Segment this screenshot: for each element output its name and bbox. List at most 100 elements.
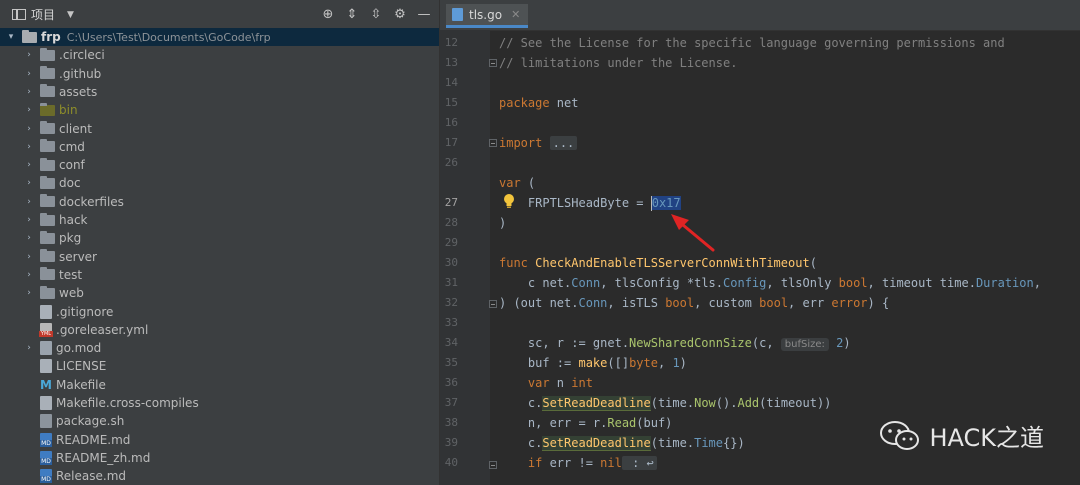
line-number: 39 [444, 436, 458, 449]
project-panel-title[interactable]: 项目 [31, 6, 55, 23]
folder-name: doc [59, 176, 81, 191]
editor-tab-bar: tls.go ✕ [440, 0, 1080, 31]
chevron-right-icon[interactable]: › [24, 124, 34, 134]
tree-folder-cmd[interactable]: › cmd [0, 138, 439, 156]
tree-file-makefile[interactable]: M Makefile [0, 376, 439, 394]
code-line-27: FRPTLSHeadByte = 0x17 [499, 193, 681, 213]
code-line-17: import ... [499, 133, 578, 153]
folder-icon [40, 212, 55, 226]
file-name: LICENSE [56, 359, 107, 374]
chevron-right-icon[interactable]: › [24, 215, 34, 225]
code-token: time [939, 276, 969, 290]
file-name: package.sh [56, 414, 125, 429]
chevron-right-icon[interactable]: › [24, 50, 34, 60]
tree-file-release[interactable]: Release.md [0, 467, 439, 485]
code-editor[interactable]: // See the License for the specific lang… [490, 30, 1080, 485]
tree-folder-dockerfiles[interactable]: › dockerfiles [0, 193, 439, 211]
code-token: ) { [867, 296, 890, 310]
folded-region[interactable]: ... [549, 136, 578, 150]
chevron-right-icon[interactable]: › [24, 178, 34, 188]
tab-tls-go[interactable]: tls.go ✕ [446, 4, 529, 28]
text-file-icon [40, 359, 52, 374]
collapse-all-icon[interactable]: ⇳ [367, 6, 385, 24]
line-number: 33 [444, 316, 458, 329]
tree-folder-web[interactable]: › web [0, 284, 439, 302]
folder-icon [40, 66, 55, 80]
code-token: SetReadDeadline [542, 436, 651, 451]
chevron-right-icon[interactable]: › [24, 142, 34, 152]
tree-file-gomod[interactable]: › go.mod [0, 339, 439, 357]
code-token: bool [838, 276, 868, 290]
code-line-30: func CheckAndEnableTLSServerConnWithTime… [499, 253, 817, 273]
tree-file-license[interactable]: LICENSE [0, 357, 439, 375]
makefile-icon: M [40, 377, 52, 392]
tree-folder-doc[interactable]: › doc [0, 174, 439, 192]
tree-root-frp[interactable]: ▾ frp C:\Users\Test\Documents\GoCode\frp [0, 28, 439, 46]
tree-folder-conf[interactable]: › conf [0, 156, 439, 174]
line-number: 34 [444, 336, 458, 349]
tree-folder-pkg[interactable]: › pkg [0, 229, 439, 247]
code-token: , [657, 356, 673, 370]
chevron-right-icon[interactable]: › [24, 343, 34, 353]
tree-folder-github[interactable]: › .github [0, 65, 439, 83]
tree-file-package-sh[interactable]: package.sh [0, 412, 439, 430]
chevron-right-icon[interactable]: › [24, 105, 34, 115]
line-number: 15 [444, 96, 458, 109]
tree-folder-server[interactable]: › server [0, 248, 439, 266]
code-token: , err [788, 296, 832, 310]
chevron-right-icon[interactable]: › [24, 87, 34, 97]
watermark: HACK之道 [879, 418, 1044, 453]
tree-file-makefile-cross[interactable]: Makefile.cross-compiles [0, 394, 439, 412]
text-file-icon [40, 396, 52, 410]
chevron-right-icon[interactable]: › [24, 270, 34, 280]
chevron-down-icon[interactable]: ▾ [6, 32, 16, 42]
folder-icon [40, 102, 55, 116]
tree-folder-circleci[interactable]: › .circleci [0, 46, 439, 64]
minimize-icon[interactable]: — [415, 6, 433, 24]
text-file-icon [40, 304, 52, 319]
line-number: 38 [444, 416, 458, 429]
locate-icon[interactable]: ⊕ [319, 6, 337, 24]
close-icon[interactable]: ✕ [511, 8, 520, 21]
chevron-right-icon[interactable]: › [24, 233, 34, 243]
folder-name: assets [59, 84, 98, 99]
code-token: , isTLS [607, 296, 666, 310]
code-token: . [968, 276, 976, 290]
chevron-right-icon[interactable]: › [24, 69, 34, 79]
tree-file-readme[interactable]: README.md [0, 431, 439, 449]
tree-folder-client[interactable]: › client [0, 120, 439, 138]
line-number: 32 [444, 296, 458, 309]
chevron-right-icon[interactable]: › [24, 197, 34, 207]
chevron-right-icon[interactable]: › [24, 160, 34, 170]
tree-file-readme-zh[interactable]: README_zh.md [0, 449, 439, 467]
lightbulb-icon[interactable] [503, 193, 515, 209]
tree-folder-test[interactable]: › test [0, 266, 439, 284]
code-token: (c, [751, 336, 781, 350]
folder-icon [40, 121, 55, 134]
root-folder-name: frp [41, 30, 61, 44]
code-line-15: package net [499, 93, 578, 113]
tree-file-gitignore[interactable]: .gitignore [0, 303, 439, 321]
tree-file-goreleaser[interactable]: .goreleaser.yml [0, 321, 439, 339]
code-token: tls [694, 276, 716, 290]
code-token: , tlsOnly [766, 276, 839, 290]
chevron-right-icon[interactable]: › [24, 252, 34, 262]
tree-folder-hack[interactable]: › hack [0, 211, 439, 229]
code-line-13: // limitations under the License. [499, 56, 738, 70]
gear-icon[interactable]: ⚙ [391, 6, 409, 24]
expand-all-icon[interactable]: ⇕ [343, 6, 361, 24]
project-panel: 项目 ▼ ⊕ ⇕ ⇳ ⚙ — ▾ frp C:\Users\Test\Docum… [0, 0, 439, 485]
folder-icon [40, 230, 55, 244]
code-token: err != [542, 456, 601, 470]
line-number: 29 [444, 236, 458, 249]
tree-folder-assets[interactable]: › assets [0, 83, 439, 101]
chevron-down-icon[interactable]: ▼ [67, 10, 74, 20]
file-name: .gitignore [56, 304, 114, 319]
code-token: {}) [723, 436, 745, 450]
folded-region[interactable]: : ↩ [621, 456, 657, 470]
chevron-right-icon[interactable]: › [24, 288, 34, 298]
tree-folder-bin[interactable]: › bin [0, 101, 439, 119]
line-number: 13 [444, 56, 458, 69]
code-token: Now [694, 396, 716, 410]
yml-file-icon [39, 322, 53, 337]
